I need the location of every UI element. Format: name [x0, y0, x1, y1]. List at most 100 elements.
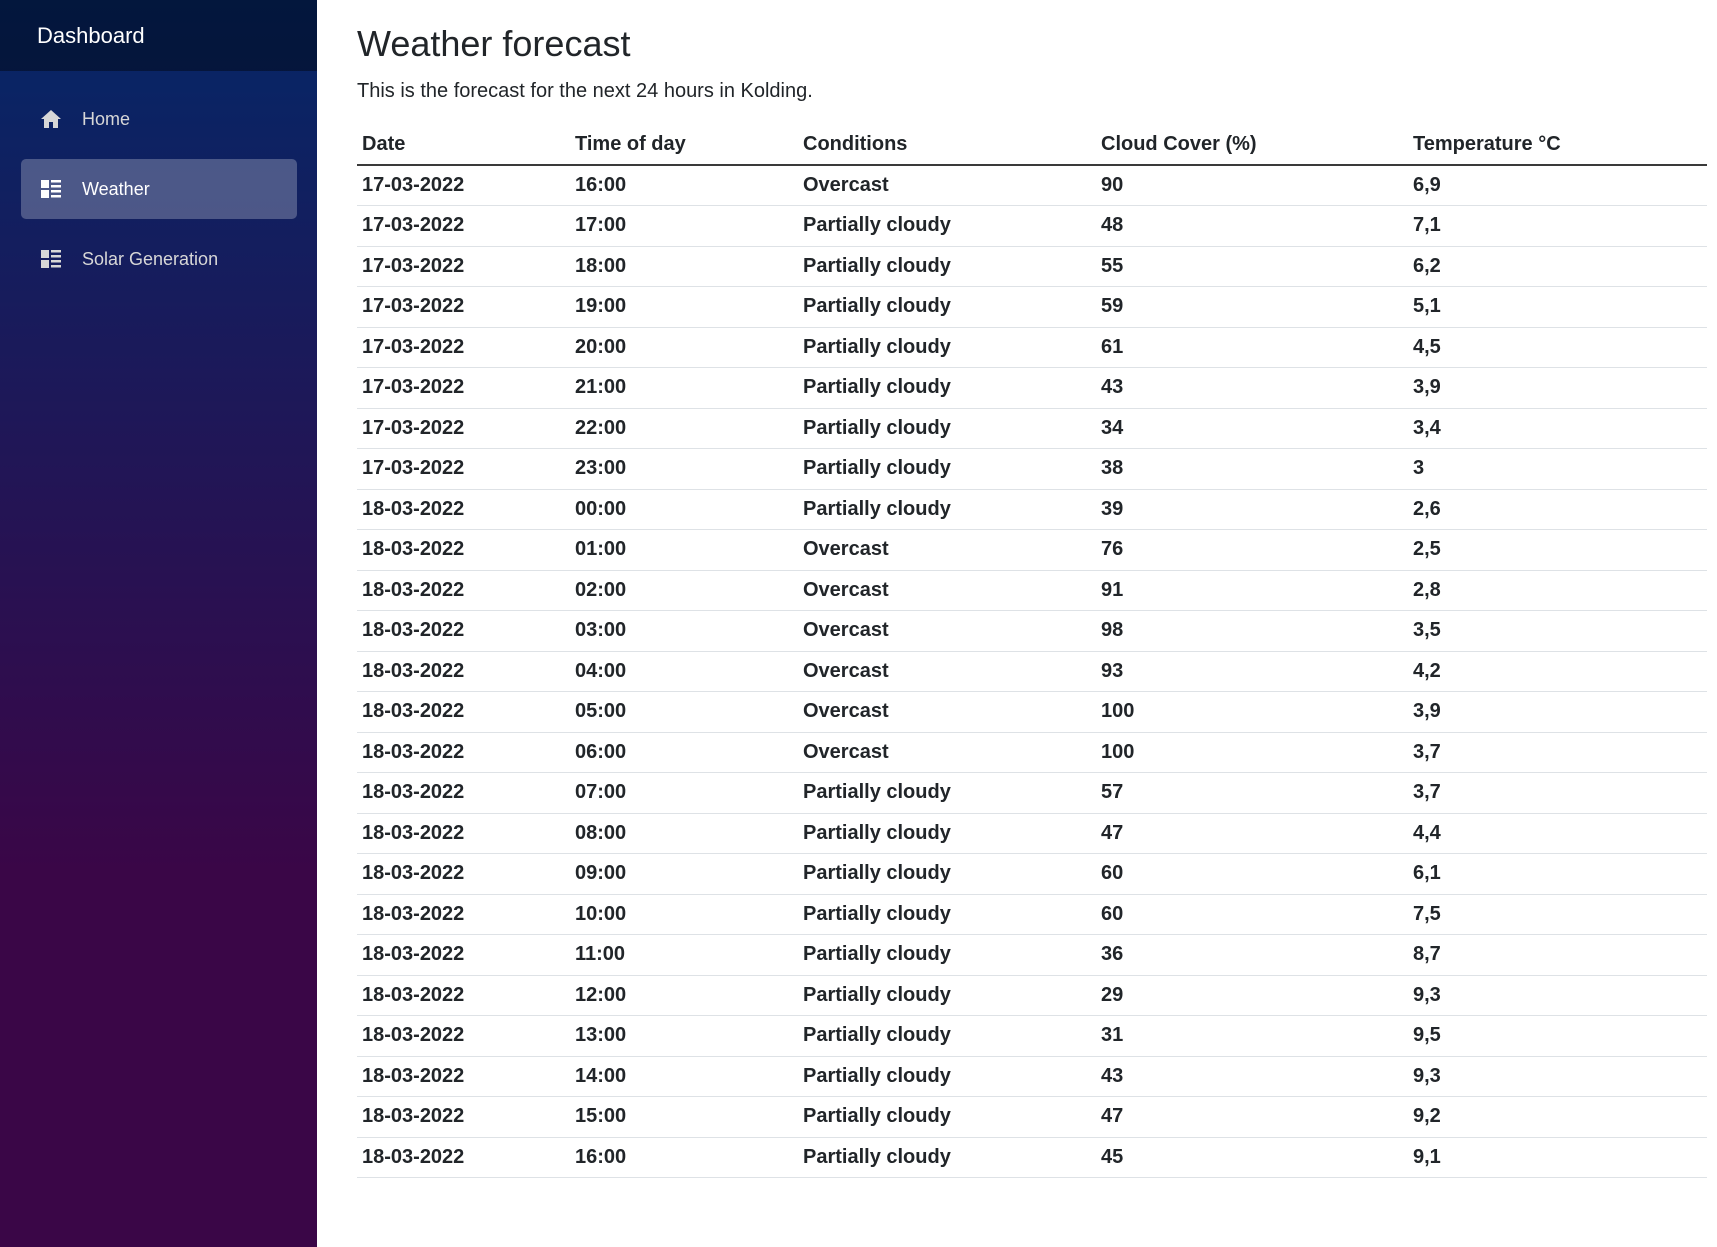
cell-cloud-cover: 43: [1096, 367, 1408, 409]
cell-temperature: 9,3: [1408, 1056, 1707, 1097]
brand-link[interactable]: Dashboard: [37, 23, 145, 49]
sidebar-item-home[interactable]: Home: [21, 89, 297, 149]
table-row: 17-03-2022 18:00 Partially cloudy 55 6,2: [357, 246, 1707, 287]
table-row: 17-03-2022 19:00 Partially cloudy 59 5,1: [357, 286, 1707, 328]
cell-time-of-day: 09:00: [570, 853, 798, 895]
cell-conditions: Partially cloudy: [798, 286, 1096, 328]
cell-time-of-day: 11:00: [570, 934, 798, 976]
table-row: 17-03-2022 17:00 Partially cloudy 48 7,1: [357, 205, 1707, 247]
cell-date: 18-03-2022: [357, 610, 570, 652]
cell-cloud-cover: 43: [1096, 1056, 1408, 1097]
cell-date: 18-03-2022: [357, 813, 570, 854]
header-temperature: Temperature °C: [1408, 124, 1707, 166]
brand-bar: Dashboard: [0, 0, 317, 71]
cell-conditions: Overcast: [798, 732, 1096, 773]
cell-date: 18-03-2022: [357, 934, 570, 976]
cell-date: 18-03-2022: [357, 570, 570, 611]
sidebar-item-label: Solar Generation: [82, 248, 219, 269]
cell-temperature: 6,2: [1408, 246, 1707, 287]
table-row: 18-03-2022 05:00 Overcast 100 3,9: [357, 691, 1707, 733]
cell-cloud-cover: 29: [1096, 975, 1408, 1016]
cell-time-of-day: 12:00: [570, 975, 798, 1016]
cell-time-of-day: 15:00: [570, 1096, 798, 1138]
header-cloud-cover: Cloud Cover (%): [1096, 124, 1408, 166]
table-row: 18-03-2022 07:00 Partially cloudy 57 3,7: [357, 772, 1707, 814]
cell-conditions: Partially cloudy: [798, 489, 1096, 530]
cell-time-of-day: 05:00: [570, 691, 798, 733]
cell-date: 17-03-2022: [357, 165, 570, 206]
cell-date: 18-03-2022: [357, 489, 570, 530]
cell-conditions: Overcast: [798, 651, 1096, 692]
cell-temperature: 3: [1408, 448, 1707, 490]
list-icon: [40, 248, 62, 270]
cell-conditions: Partially cloudy: [798, 448, 1096, 490]
cell-cloud-cover: 100: [1096, 732, 1408, 773]
cell-date: 18-03-2022: [357, 732, 570, 773]
header-conditions: Conditions: [798, 124, 1096, 166]
table-row: 18-03-2022 02:00 Overcast 91 2,8: [357, 570, 1707, 611]
cell-temperature: 9,1: [1408, 1137, 1707, 1178]
table-row: 18-03-2022 12:00 Partially cloudy 29 9,3: [357, 975, 1707, 1016]
cell-time-of-day: 23:00: [570, 448, 798, 490]
cell-conditions: Partially cloudy: [798, 408, 1096, 449]
table-row: 18-03-2022 15:00 Partially cloudy 47 9,2: [357, 1096, 1707, 1138]
table-header: Date Time of day Conditions Cloud Cover …: [357, 124, 1707, 166]
page-intro: This is the forecast for the next 24 hou…: [357, 80, 813, 102]
cell-conditions: Partially cloudy: [798, 367, 1096, 409]
cell-time-of-day: 22:00: [570, 408, 798, 449]
cell-date: 17-03-2022: [357, 367, 570, 409]
cell-time-of-day: 01:00: [570, 529, 798, 571]
cell-temperature: 7,5: [1408, 894, 1707, 935]
cell-time-of-day: 20:00: [570, 327, 798, 368]
cell-temperature: 9,2: [1408, 1096, 1707, 1138]
cell-temperature: 3,7: [1408, 732, 1707, 773]
sidebar-item-solar-generation[interactable]: Solar Generation: [21, 229, 297, 289]
app-root: Dashboard Home Weather Solar Generation …: [0, 0, 1717, 1247]
cell-date: 17-03-2022: [357, 246, 570, 287]
cell-date: 18-03-2022: [357, 1137, 570, 1178]
cell-cloud-cover: 90: [1096, 165, 1408, 206]
cell-time-of-day: 14:00: [570, 1056, 798, 1097]
cell-temperature: 6,1: [1408, 853, 1707, 895]
cell-conditions: Partially cloudy: [798, 1015, 1096, 1057]
cell-cloud-cover: 59: [1096, 286, 1408, 328]
cell-conditions: Partially cloudy: [798, 894, 1096, 935]
sidebar-item-weather[interactable]: Weather: [21, 159, 297, 219]
table-body: 17-03-2022 16:00 Overcast 90 6,9 17-03-2022 17…: [357, 165, 1707, 1178]
cell-conditions: Partially cloudy: [798, 772, 1096, 814]
table-row: 18-03-2022 10:00 Partially cloudy 60 7,5: [357, 894, 1707, 935]
cell-temperature: 5,1: [1408, 286, 1707, 328]
table-row: 18-03-2022 09:00 Partially cloudy 60 6,1: [357, 853, 1707, 895]
cell-conditions: Partially cloudy: [798, 1096, 1096, 1138]
cell-conditions: Partially cloudy: [798, 1137, 1096, 1178]
cell-time-of-day: 03:00: [570, 610, 798, 652]
cell-cloud-cover: 61: [1096, 327, 1408, 368]
cell-time-of-day: 17:00: [570, 205, 798, 247]
cell-date: 18-03-2022: [357, 894, 570, 935]
cell-cloud-cover: 36: [1096, 934, 1408, 976]
cell-cloud-cover: 39: [1096, 489, 1408, 530]
cell-conditions: Overcast: [798, 529, 1096, 571]
table-row: 18-03-2022 11:00 Partially cloudy 36 8,7: [357, 934, 1707, 976]
cell-temperature: 3,4: [1408, 408, 1707, 449]
cell-temperature: 4,5: [1408, 327, 1707, 368]
cell-time-of-day: 00:00: [570, 489, 798, 530]
cell-time-of-day: 10:00: [570, 894, 798, 935]
cell-time-of-day: 21:00: [570, 367, 798, 409]
cell-cloud-cover: 76: [1096, 529, 1408, 571]
table-row: 18-03-2022 00:00 Partially cloudy 39 2,6: [357, 489, 1707, 530]
cell-date: 17-03-2022: [357, 448, 570, 490]
cell-cloud-cover: 38: [1096, 448, 1408, 490]
cell-temperature: 4,2: [1408, 651, 1707, 692]
cell-temperature: 3,9: [1408, 691, 1707, 733]
table-row: 18-03-2022 06:00 Overcast 100 3,7: [357, 732, 1707, 773]
cell-cloud-cover: 93: [1096, 651, 1408, 692]
table-row: 18-03-2022 03:00 Overcast 98 3,5: [357, 610, 1707, 652]
table-row: 17-03-2022 20:00 Partially cloudy 61 4,5: [357, 327, 1707, 368]
cell-date: 18-03-2022: [357, 853, 570, 895]
cell-date: 18-03-2022: [357, 1015, 570, 1057]
sidebar-item-label: Weather: [82, 178, 150, 199]
cell-time-of-day: 02:00: [570, 570, 798, 611]
sidebar-nav: Home Weather Solar Generation: [0, 71, 317, 289]
cell-date: 17-03-2022: [357, 408, 570, 449]
